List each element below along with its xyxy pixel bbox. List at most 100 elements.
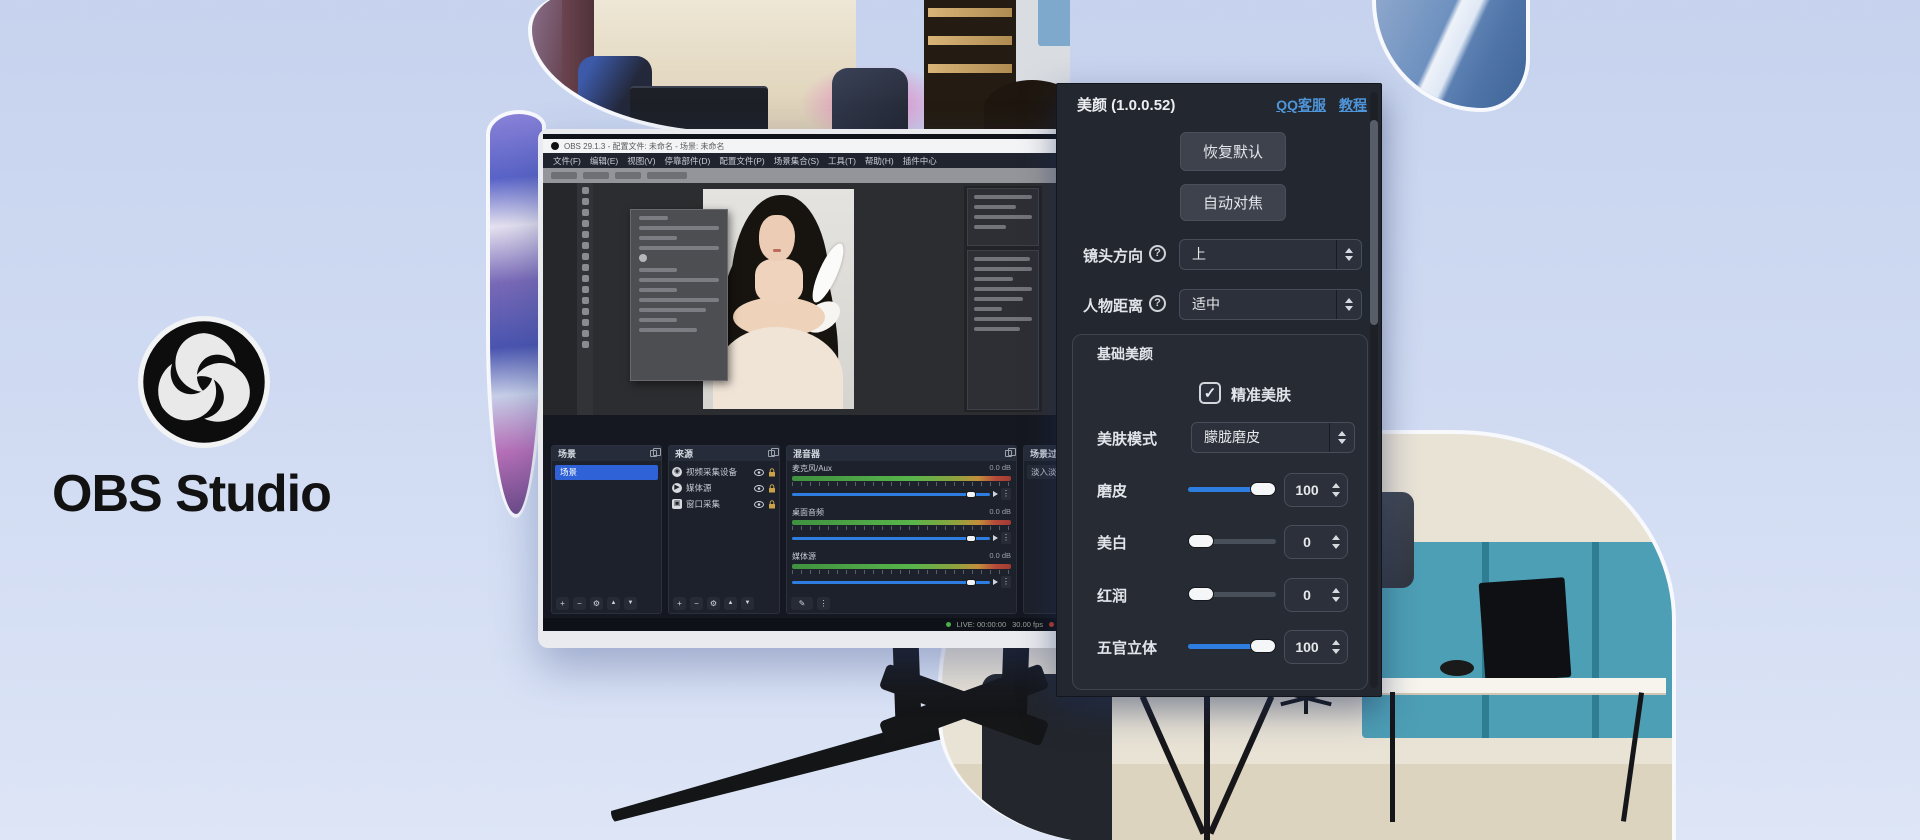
dock-popout-icon[interactable] xyxy=(768,450,775,457)
scene-down-button[interactable]: ▼ xyxy=(624,597,637,610)
source-down-button[interactable]: ▼ xyxy=(741,597,754,610)
media-source-icon: ▶ xyxy=(672,483,682,493)
dock-popout-icon[interactable] xyxy=(650,450,657,457)
photoshop-toolbar xyxy=(577,183,593,415)
qq-support-link[interactable]: QQ客服 xyxy=(1276,95,1326,115)
menu-profile[interactable]: 配置文件(P) xyxy=(719,155,764,167)
obs-window: OBS 29.1.3 - 配置文件: 未命名 - 场景: 未命名 文件(F) 编… xyxy=(543,134,1060,631)
slider-handle[interactable] xyxy=(1188,534,1214,548)
chevron-updown-icon[interactable] xyxy=(1336,240,1361,269)
camera-direction-select[interactable]: 上 xyxy=(1179,239,1362,270)
sources-dock: 来源 ◉ 视频采集设备 ▶ 媒体源 ▣ 窗口采集 xyxy=(668,445,780,614)
lock-icon[interactable] xyxy=(768,500,776,509)
window-capture-icon: ▣ xyxy=(672,499,682,509)
channel-options-icon[interactable]: ⋮ xyxy=(1001,532,1011,544)
sources-dock-title: 来源 xyxy=(675,447,693,460)
photo-blob-gaming-room xyxy=(528,0,1070,136)
help-icon[interactable]: ? xyxy=(1149,245,1166,262)
whitening-slider[interactable] xyxy=(1188,539,1276,544)
smoothing-spinbox[interactable]: 100 xyxy=(1284,473,1348,507)
tutorial-link[interactable]: 教程 xyxy=(1339,95,1367,115)
rosy-spinbox[interactable]: 0 xyxy=(1284,578,1348,612)
mixer-more-button[interactable]: ⋮ xyxy=(817,597,830,610)
chevron-updown-icon[interactable] xyxy=(1336,290,1361,319)
smoothing-slider[interactable] xyxy=(1188,487,1276,492)
skin-mode-label: 美肤模式 xyxy=(1097,428,1157,449)
add-source-button[interactable]: + xyxy=(673,597,686,610)
scene-item[interactable]: 场景 xyxy=(555,465,658,480)
menu-tools[interactable]: 工具(T) xyxy=(828,155,856,167)
slider-handle[interactable] xyxy=(1250,482,1276,496)
mixer-dock-title: 混音器 xyxy=(793,447,820,460)
dock-popout-icon[interactable] xyxy=(1005,450,1012,457)
volume-slider[interactable] xyxy=(792,537,990,540)
menu-help[interactable]: 帮助(H) xyxy=(865,155,894,167)
remove-scene-button[interactable]: − xyxy=(573,597,586,610)
spin-arrows-icon[interactable] xyxy=(1329,588,1347,602)
lock-icon[interactable] xyxy=(768,468,776,477)
speaker-icon[interactable] xyxy=(993,579,998,585)
scrollbar-thumb[interactable] xyxy=(1370,120,1378,325)
menu-view[interactable]: 视图(V) xyxy=(627,155,655,167)
speaker-icon[interactable] xyxy=(993,491,998,497)
audio-meter xyxy=(792,520,1011,525)
slider-handle[interactable] xyxy=(1250,639,1276,653)
obs-statusbar: LIVE: 00:00:00 30.00 fps xyxy=(543,618,1060,631)
smoothing-label: 磨皮 xyxy=(1097,480,1127,501)
rosy-slider[interactable] xyxy=(1188,592,1276,597)
eye-icon[interactable] xyxy=(754,469,764,476)
source-row[interactable]: ▶ 媒体源 xyxy=(672,481,776,495)
chevron-updown-icon[interactable] xyxy=(1329,423,1354,452)
beauty-panel-title: 美颜 (1.0.0.52) xyxy=(1077,94,1175,115)
photoshop-capture-area xyxy=(543,183,1060,415)
slider-handle[interactable] xyxy=(1188,587,1214,601)
transitions-dock: 场景过渡 淡入淡出 xyxy=(1023,445,1060,614)
face-3d-spinbox[interactable]: 100 xyxy=(1284,630,1348,664)
spin-arrows-icon[interactable] xyxy=(1329,483,1347,497)
camera-direction-label: 镜头方向 xyxy=(1083,245,1143,266)
source-up-button[interactable]: ▲ xyxy=(724,597,737,610)
menu-file[interactable]: 文件(F) xyxy=(553,155,581,167)
obs-window-title: OBS 29.1.3 - 配置文件: 未命名 - 场景: 未命名 xyxy=(564,141,724,152)
precise-skin-checkbox[interactable]: ✓ xyxy=(1199,382,1221,404)
channel-options-icon[interactable]: ⋮ xyxy=(1001,488,1011,500)
photo-blob-top-right xyxy=(1372,0,1530,112)
speaker-icon[interactable] xyxy=(993,535,998,541)
channel-options-icon[interactable]: ⋮ xyxy=(1001,576,1011,588)
source-row[interactable]: ◉ 视频采集设备 xyxy=(672,465,776,479)
scene-up-button[interactable]: ▲ xyxy=(607,597,620,610)
remove-source-button[interactable]: − xyxy=(690,597,703,610)
mixer-edit-button[interactable]: ✎ xyxy=(791,597,813,610)
help-icon[interactable]: ? xyxy=(1149,295,1166,312)
beauty-filter-panel: 美颜 (1.0.0.52) QQ客服 教程 恢复默认 自动对焦 镜头方向 ? 上… xyxy=(1056,83,1382,697)
panel-scrollbar[interactable] xyxy=(1370,92,1378,688)
precise-skin-label: 精准美肤 xyxy=(1231,384,1291,405)
photo-blob-left-streaks xyxy=(486,110,546,518)
menu-scene-collection[interactable]: 场景集合(S) xyxy=(774,155,819,167)
menu-plugin-center[interactable]: 插件中心 xyxy=(903,155,937,167)
obs-logo-icon xyxy=(138,316,270,448)
face-3d-slider[interactable] xyxy=(1188,644,1276,649)
audio-mixer-dock: 混音器 麦克风/Aux0.0 dB ⋮ 桌面音频0.0 dB ⋮ 媒体源0.0 … xyxy=(786,445,1017,614)
spin-arrows-icon[interactable] xyxy=(1329,535,1347,549)
fps-indicator: 30.00 fps xyxy=(1012,620,1043,629)
volume-slider[interactable] xyxy=(792,493,990,496)
lock-icon[interactable] xyxy=(768,484,776,493)
eye-icon[interactable] xyxy=(754,501,764,508)
face-3d-label: 五官立体 xyxy=(1097,637,1157,658)
subject-distance-select[interactable]: 适中 xyxy=(1179,289,1362,320)
menu-docks[interactable]: 停靠部件(D) xyxy=(665,155,711,167)
source-properties-button[interactable]: ⚙ xyxy=(707,597,720,610)
skin-mode-select[interactable]: 朦胧磨皮 xyxy=(1191,422,1355,453)
autofocus-button[interactable]: 自动对焦 xyxy=(1180,184,1286,221)
add-scene-button[interactable]: + xyxy=(556,597,569,610)
live-time: LIVE: 00:00:00 xyxy=(957,620,1007,629)
whitening-spinbox[interactable]: 0 xyxy=(1284,525,1348,559)
volume-slider[interactable] xyxy=(792,581,990,584)
source-row[interactable]: ▣ 窗口采集 xyxy=(672,497,776,511)
restore-defaults-button[interactable]: 恢复默认 xyxy=(1180,132,1286,171)
menu-edit[interactable]: 编辑(E) xyxy=(590,155,618,167)
spin-arrows-icon[interactable] xyxy=(1329,640,1347,654)
scene-filters-button[interactable]: ⚙ xyxy=(590,597,603,610)
eye-icon[interactable] xyxy=(754,485,764,492)
